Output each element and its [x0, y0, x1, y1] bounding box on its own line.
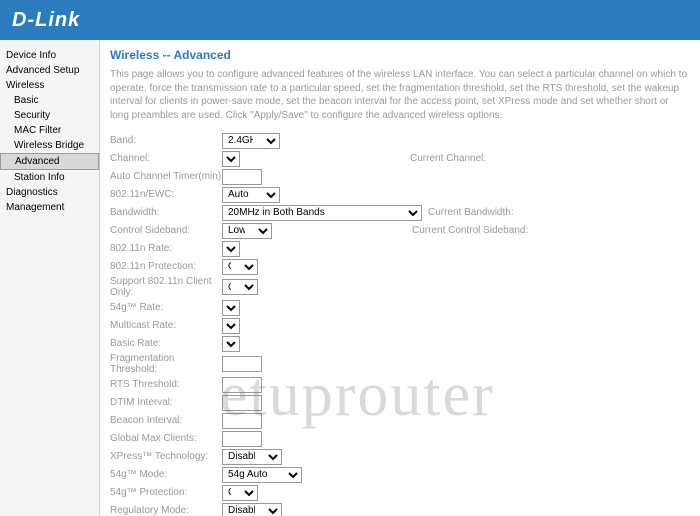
row-nClientOnly: Support 802.11n Client Only:Off	[110, 276, 690, 298]
select-xpress[interactable]: Disabled	[222, 449, 282, 465]
row-regMode: Regulatory Mode:Disabled	[110, 502, 690, 516]
aux-bandwidth: Current Bandwidth:	[428, 207, 514, 218]
row-g54Rate: 54g™ Rate:	[110, 299, 690, 316]
row-g54Mode: 54g™ Mode:54g Auto	[110, 466, 690, 483]
label-maxClients: Global Max Clients:	[110, 433, 222, 444]
sidebar-item-basic[interactable]: Basic	[0, 93, 99, 108]
label-bandwidth: Bandwidth:	[110, 207, 222, 218]
label-ctrlSideband: Control Sideband:	[110, 225, 222, 236]
row-channel: Channel: Current Channel:	[110, 150, 690, 167]
select-multicast[interactable]	[222, 318, 240, 334]
label-dtim: DTIM Interval:	[110, 397, 222, 408]
label-beacon: Beacon Interval:	[110, 415, 222, 426]
sidebar-item-security[interactable]: Security	[0, 108, 99, 123]
select-basicRate[interactable]	[222, 336, 240, 352]
select-g54Mode[interactable]: 54g Auto	[222, 467, 302, 483]
row-nProtection: 802.11n Protection:Off	[110, 258, 690, 275]
select-nProtection[interactable]: Off	[222, 259, 258, 275]
label-dot11n: 802.11n/EWC:	[110, 189, 222, 200]
select-regMode[interactable]: Disabled	[222, 503, 282, 516]
select-channel[interactable]	[222, 151, 240, 167]
header: D-Link	[0, 0, 700, 40]
row-g54Protection: 54g™ Protection:Off	[110, 484, 690, 501]
page-description: This page allows you to configure advanc…	[110, 68, 690, 122]
sidebar-item-management[interactable]: Management	[0, 200, 99, 215]
sidebar-item-advanced[interactable]: Advanced	[0, 153, 99, 170]
input-dtim[interactable]	[222, 395, 262, 411]
aux-ctrlSideband: Current Control Sideband:	[412, 225, 528, 236]
label-regMode: Regulatory Mode:	[110, 505, 222, 516]
select-band[interactable]: 2.4GHz	[222, 133, 280, 149]
label-nRate: 802.11n Rate:	[110, 243, 222, 254]
sidebar-item-diagnostics[interactable]: Diagnostics	[0, 185, 99, 200]
label-basicRate: Basic Rate:	[110, 338, 222, 349]
container: Device InfoAdvanced SetupWirelessBasicSe…	[0, 40, 700, 516]
sidebar-item-wireless-bridge[interactable]: Wireless Bridge	[0, 138, 99, 153]
row-ctrlSideband: Control Sideband:Lower Current Control Si…	[110, 222, 690, 239]
label-autoChTimer: Auto Channel Timer(min)	[110, 171, 222, 182]
select-bandwidth[interactable]: 20MHz in Both Bands	[222, 205, 422, 221]
sidebar: Device InfoAdvanced SetupWirelessBasicSe…	[0, 40, 100, 516]
settings-form: Band:2.4GHzChannel:Current Channel:Auto …	[110, 132, 690, 516]
row-dot11n: 802.11n/EWC:Auto	[110, 186, 690, 203]
label-nProtection: 802.11n Protection:	[110, 261, 222, 272]
label-channel: Channel:	[110, 153, 222, 164]
row-nRate: 802.11n Rate:	[110, 240, 690, 257]
row-xpress: XPress™ Technology:Disabled	[110, 448, 690, 465]
sidebar-item-device-info[interactable]: Device Info	[0, 48, 99, 63]
row-basicRate: Basic Rate:	[110, 335, 690, 352]
label-fragThreshold: Fragmentation Threshold:	[110, 353, 222, 375]
input-rtsThreshold[interactable]	[222, 377, 262, 393]
row-bandwidth: Bandwidth:20MHz in Both Bands Current Ban…	[110, 204, 690, 221]
brand-logo: D-Link	[12, 9, 80, 32]
select-nRate[interactable]	[222, 241, 240, 257]
row-band: Band:2.4GHz	[110, 132, 690, 149]
select-dot11n[interactable]: Auto	[222, 187, 280, 203]
label-g54Mode: 54g™ Mode:	[110, 469, 222, 480]
input-beacon[interactable]	[222, 413, 262, 429]
page-title: Wireless -- Advanced	[110, 48, 690, 62]
select-g54Protection[interactable]: Off	[222, 485, 258, 501]
select-g54Rate[interactable]	[222, 300, 240, 316]
row-rtsThreshold: RTS Threshold:	[110, 376, 690, 393]
sidebar-item-mac-filter[interactable]: MAC Filter	[0, 123, 99, 138]
input-autoChTimer[interactable]	[222, 169, 262, 185]
row-beacon: Beacon Interval:	[110, 412, 690, 429]
label-rtsThreshold: RTS Threshold:	[110, 379, 222, 390]
label-g54Rate: 54g™ Rate:	[110, 302, 222, 313]
row-multicast: Multicast Rate:	[110, 317, 690, 334]
label-xpress: XPress™ Technology:	[110, 451, 222, 462]
row-autoChTimer: Auto Channel Timer(min)	[110, 168, 690, 185]
input-fragThreshold[interactable]	[222, 356, 262, 372]
label-band: Band:	[110, 135, 222, 146]
select-nClientOnly[interactable]: Off	[222, 279, 258, 295]
label-multicast: Multicast Rate:	[110, 320, 222, 331]
main-content: Wireless -- Advanced This page allows yo…	[100, 40, 700, 516]
input-maxClients[interactable]	[222, 431, 262, 447]
select-ctrlSideband[interactable]: Lower	[222, 223, 272, 239]
aux-channel: Current Channel:	[410, 153, 486, 164]
row-maxClients: Global Max Clients:	[110, 430, 690, 447]
row-fragThreshold: Fragmentation Threshold:	[110, 353, 690, 375]
row-dtim: DTIM Interval:	[110, 394, 690, 411]
label-g54Protection: 54g™ Protection:	[110, 487, 222, 498]
sidebar-item-station-info[interactable]: Station Info	[0, 170, 99, 185]
sidebar-item-wireless[interactable]: Wireless	[0, 78, 99, 93]
label-nClientOnly: Support 802.11n Client Only:	[110, 276, 222, 298]
sidebar-item-advanced-setup[interactable]: Advanced Setup	[0, 63, 99, 78]
